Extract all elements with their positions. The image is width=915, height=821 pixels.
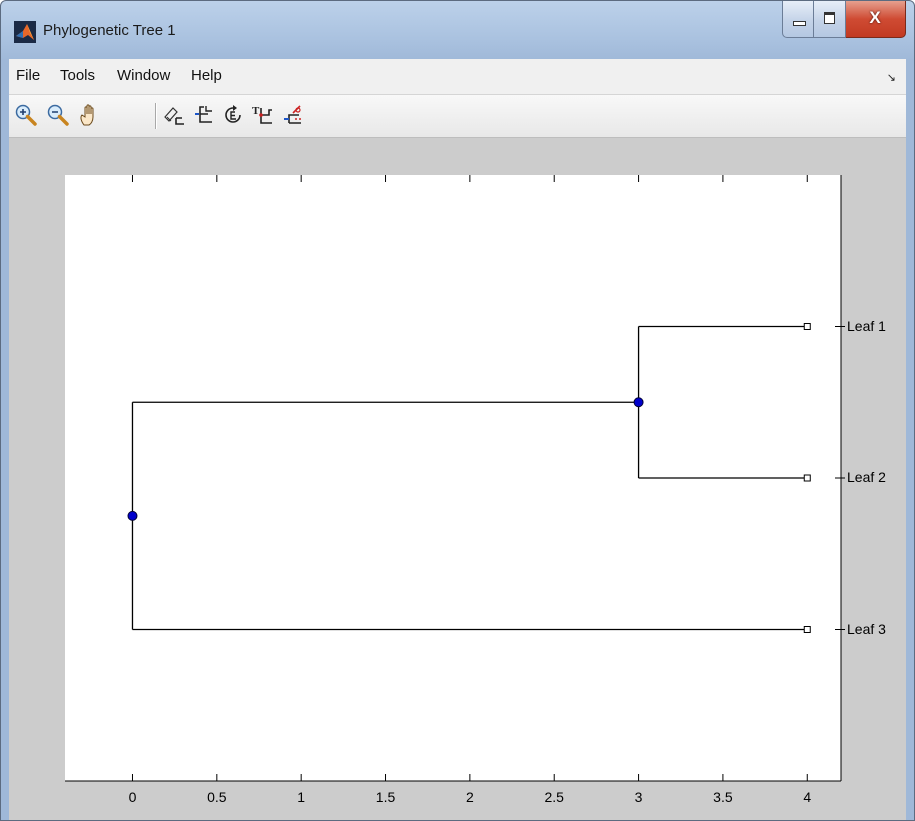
x-tick-label: 2.5 — [544, 789, 564, 805]
branch-node-0 — [633, 397, 644, 408]
x-tick-label: 1 — [297, 789, 306, 805]
svg-text:T: T — [252, 105, 260, 117]
title-bar[interactable]: Phylogenetic Tree 1 X — [1, 1, 914, 59]
menu-bar: File Tools Window Help ↘ — [9, 59, 906, 95]
minimize-icon — [793, 21, 806, 26]
zoom-in-icon[interactable] — [14, 103, 38, 127]
toolbar: T — [9, 95, 906, 138]
matlab-logo-icon — [14, 21, 36, 43]
minimize-button[interactable] — [782, 1, 814, 38]
window-controls: X — [782, 1, 906, 39]
leaf-label-2: Leaf 2 — [847, 469, 886, 485]
leaf-node-2 — [803, 474, 811, 482]
figure-window: Phylogenetic Tree 1 X File Tools Window … — [0, 0, 915, 821]
window-client-area: File Tools Window Help ↘ T Leaf 1 Leaf 2… — [9, 59, 906, 820]
close-icon: X — [869, 8, 881, 27]
inspect-tools-icon[interactable] — [162, 103, 186, 127]
x-tick-label: 1.5 — [375, 789, 396, 805]
window-title: Phylogenetic Tree 1 — [43, 22, 176, 39]
rotate-branch-icon[interactable] — [221, 103, 245, 127]
menu-tools[interactable]: Tools — [60, 67, 95, 84]
pan-hand-icon[interactable] — [78, 103, 102, 127]
figure-canvas: Leaf 1 Leaf 2 Leaf 3 0 0.5 1 1.5 2 2.5 3 3.5 4 — [9, 138, 906, 820]
x-tick-label: 4 — [803, 789, 812, 805]
dock-arrow-icon[interactable]: ↘ — [887, 71, 896, 84]
x-tick-label: 2 — [465, 789, 474, 805]
branch-node-1 — [127, 510, 138, 521]
menu-window[interactable]: Window — [117, 67, 170, 84]
maximize-icon — [824, 12, 835, 24]
x-tick-label: 3.5 — [713, 789, 733, 805]
leaf-node-3 — [803, 626, 811, 633]
collapse-expand-icon[interactable] — [192, 103, 216, 127]
leaf-label-3: Leaf 3 — [847, 620, 886, 637]
maximize-button[interactable] — [814, 1, 846, 38]
close-button[interactable]: X — [846, 1, 906, 38]
menu-file[interactable]: File — [16, 67, 40, 84]
leaf-label-1: Leaf 1 — [847, 317, 886, 334]
x-tick-label: 0 — [128, 789, 137, 805]
tree-plot — [65, 175, 845, 782]
leaf-node-1 — [803, 323, 811, 330]
zoom-out-icon[interactable] — [46, 103, 70, 127]
rename-node-icon[interactable]: T — [251, 103, 275, 127]
x-tick-label: 3 — [634, 789, 643, 805]
x-tick-label: 0.5 — [207, 789, 227, 805]
menu-help[interactable]: Help — [191, 67, 222, 84]
toolbar-separator — [155, 103, 157, 129]
tree-axes[interactable] — [65, 175, 845, 782]
prune-icon[interactable] — [281, 103, 305, 127]
